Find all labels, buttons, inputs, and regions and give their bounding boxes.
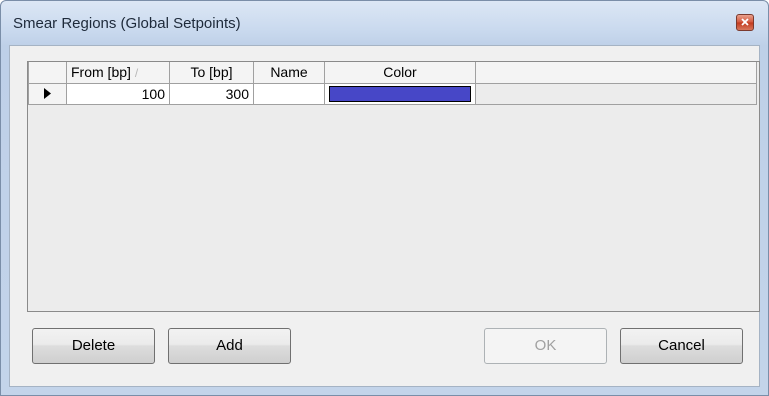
- column-header-to[interactable]: To [bp]: [169, 62, 254, 84]
- close-icon: [741, 18, 749, 26]
- row-selector[interactable]: [28, 82, 67, 105]
- smear-regions-grid[interactable]: From [bp] / To [bp] Name Color 100 300: [27, 61, 760, 312]
- cell-name[interactable]: [253, 82, 325, 105]
- cell-color[interactable]: [324, 82, 476, 105]
- ok-button[interactable]: OK: [484, 328, 607, 364]
- window-title: Smear Regions (Global Setpoints): [13, 15, 241, 32]
- cell-filler: [475, 82, 757, 105]
- column-header-from[interactable]: From [bp] /: [66, 62, 170, 84]
- sort-indicator-icon: /: [134, 66, 139, 81]
- grid-table: From [bp] / To [bp] Name Color 100 300: [28, 62, 757, 105]
- title-bar[interactable]: Smear Regions (Global Setpoints): [1, 1, 768, 45]
- delete-button[interactable]: Delete: [32, 328, 155, 364]
- cell-from[interactable]: 100: [66, 82, 170, 105]
- row-header-corner: [28, 62, 67, 84]
- cell-to[interactable]: 300: [169, 82, 254, 105]
- dialog-window: Smear Regions (Global Setpoints) From [b…: [0, 0, 769, 396]
- grid-header-row: From [bp] / To [bp] Name Color: [28, 62, 757, 84]
- column-header-from-label: From [bp]: [71, 64, 131, 81]
- column-header-filler: [475, 62, 757, 84]
- row-pointer-icon: [44, 88, 51, 99]
- column-header-name[interactable]: Name: [253, 62, 325, 84]
- color-swatch: [329, 85, 471, 102]
- add-button[interactable]: Add: [168, 328, 291, 364]
- cancel-button[interactable]: Cancel: [620, 328, 743, 364]
- column-header-color[interactable]: Color: [324, 62, 476, 84]
- table-row[interactable]: 100 300: [28, 82, 757, 105]
- close-button[interactable]: [736, 14, 754, 31]
- dialog-body: From [bp] / To [bp] Name Color 100 300 D…: [9, 45, 760, 387]
